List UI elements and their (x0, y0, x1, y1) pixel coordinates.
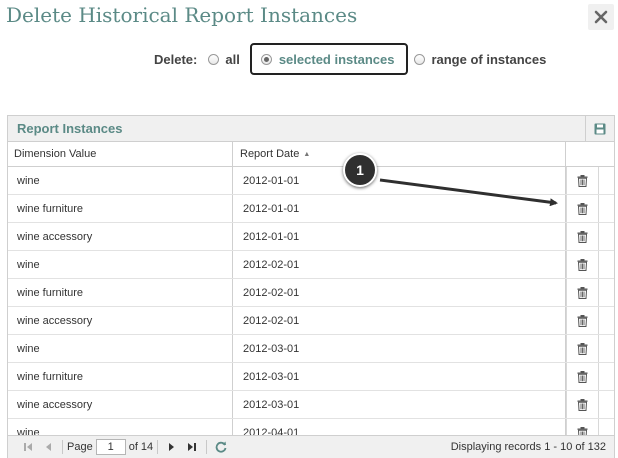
callout-badge: 1 (343, 153, 377, 187)
callout-arrow (379, 177, 558, 207)
